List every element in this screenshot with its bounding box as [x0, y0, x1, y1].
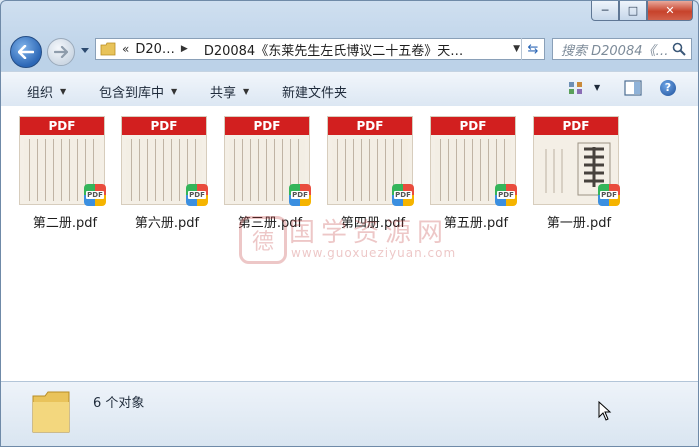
- history-dropdown-icon[interactable]: [80, 45, 90, 55]
- chevron-down-icon: ▼: [243, 87, 250, 96]
- folder-icon: [100, 42, 116, 56]
- share-label: 共享: [210, 86, 237, 101]
- pdf-app-icon: PDF: [186, 184, 208, 206]
- path-separator-icon[interactable]: ▶: [181, 44, 188, 54]
- address-overflow-chevron[interactable]: «: [122, 42, 129, 56]
- search-placeholder: 搜索 D20084《…: [561, 43, 669, 59]
- search-icon[interactable]: [672, 42, 686, 56]
- search-input[interactable]: 搜索 D20084《…: [552, 38, 692, 60]
- include-library-label: 包含到库中: [99, 86, 165, 101]
- refresh-icon[interactable]: ⇆: [521, 38, 544, 60]
- command-toolbar: 组织 ▼ 包含到库中 ▼ 共享 ▼ 新建文件夹 ▼ ?: [1, 71, 698, 107]
- file-name[interactable]: 第六册.pdf: [117, 212, 217, 231]
- forward-button[interactable]: [47, 38, 75, 66]
- address-dropdown-icon[interactable]: ▼: [513, 44, 520, 54]
- chevron-down-icon: ▼: [171, 87, 178, 96]
- maximize-button[interactable]: □: [619, 1, 647, 21]
- pdf-band-label: PDF: [328, 117, 412, 135]
- mouse-cursor-icon: [598, 401, 612, 421]
- view-dropdown-icon[interactable]: ▼: [594, 83, 600, 92]
- share-menu[interactable]: 共享 ▼: [210, 82, 249, 101]
- arrow-right-icon: [54, 46, 68, 58]
- pdf-app-icon: PDF: [289, 184, 311, 206]
- details-pane: 6 个对象: [1, 381, 698, 446]
- folder-icon: [32, 391, 70, 433]
- file-name[interactable]: 第四册.pdf: [323, 212, 423, 231]
- watermark-url: www.guoxueziyuan.com: [291, 246, 457, 260]
- back-button[interactable]: [10, 36, 42, 68]
- file-name[interactable]: 第三册.pdf: [220, 212, 320, 231]
- file-name[interactable]: 第二册.pdf: [15, 212, 115, 231]
- pdf-band-label: PDF: [225, 117, 309, 135]
- explorer-window: ─ □ ✕ « D20… ▶ D20084《东莱先生左氏博议二十五卷》天… ▼: [0, 0, 699, 447]
- close-button[interactable]: ✕: [647, 1, 693, 21]
- pdf-band-label: PDF: [20, 117, 104, 135]
- pdf-app-icon: PDF: [392, 184, 414, 206]
- organize-menu[interactable]: 组织 ▼: [27, 82, 66, 101]
- organize-label: 组织: [27, 86, 54, 101]
- window-caption-buttons: ─ □ ✕: [591, 1, 693, 21]
- arrow-left-icon: [18, 45, 34, 59]
- preview-pane-icon[interactable]: [624, 80, 642, 96]
- pdf-band-label: PDF: [431, 117, 515, 135]
- file-name[interactable]: 第一册.pdf: [529, 212, 629, 231]
- minimize-button[interactable]: ─: [591, 1, 619, 21]
- pdf-app-icon: PDF: [598, 184, 620, 206]
- file-list-area[interactable]: PDF PDF 第二册.pdf PDF PDF 第六册.pdf PDF PDF …: [1, 106, 698, 381]
- pdf-band-label: PDF: [534, 117, 618, 135]
- help-icon[interactable]: ?: [660, 80, 676, 96]
- pdf-app-icon: PDF: [84, 184, 106, 206]
- address-bar[interactable]: « D20… ▶ D20084《东莱先生左氏博议二十五卷》天… ▼ ⇆: [95, 38, 545, 60]
- chevron-down-icon: ▼: [60, 87, 67, 96]
- item-count: 6 个对象: [93, 396, 145, 411]
- navigation-bar: « D20… ▶ D20084《东莱先生左氏博议二十五卷》天… ▼ ⇆ 搜索 D…: [1, 31, 698, 69]
- new-folder-label: 新建文件夹: [282, 86, 348, 101]
- view-options-icon[interactable]: [568, 80, 584, 96]
- pdf-app-icon: PDF: [495, 184, 517, 206]
- address-segment-current[interactable]: D20084《东莱先生左氏博议二十五卷》天…: [204, 40, 463, 59]
- pdf-band-label: PDF: [122, 117, 206, 135]
- new-folder-button[interactable]: 新建文件夹: [282, 82, 347, 101]
- file-name[interactable]: 第五册.pdf: [426, 212, 526, 231]
- address-segment-parent[interactable]: D20…: [135, 42, 175, 57]
- include-in-library-menu[interactable]: 包含到库中 ▼: [99, 82, 177, 101]
